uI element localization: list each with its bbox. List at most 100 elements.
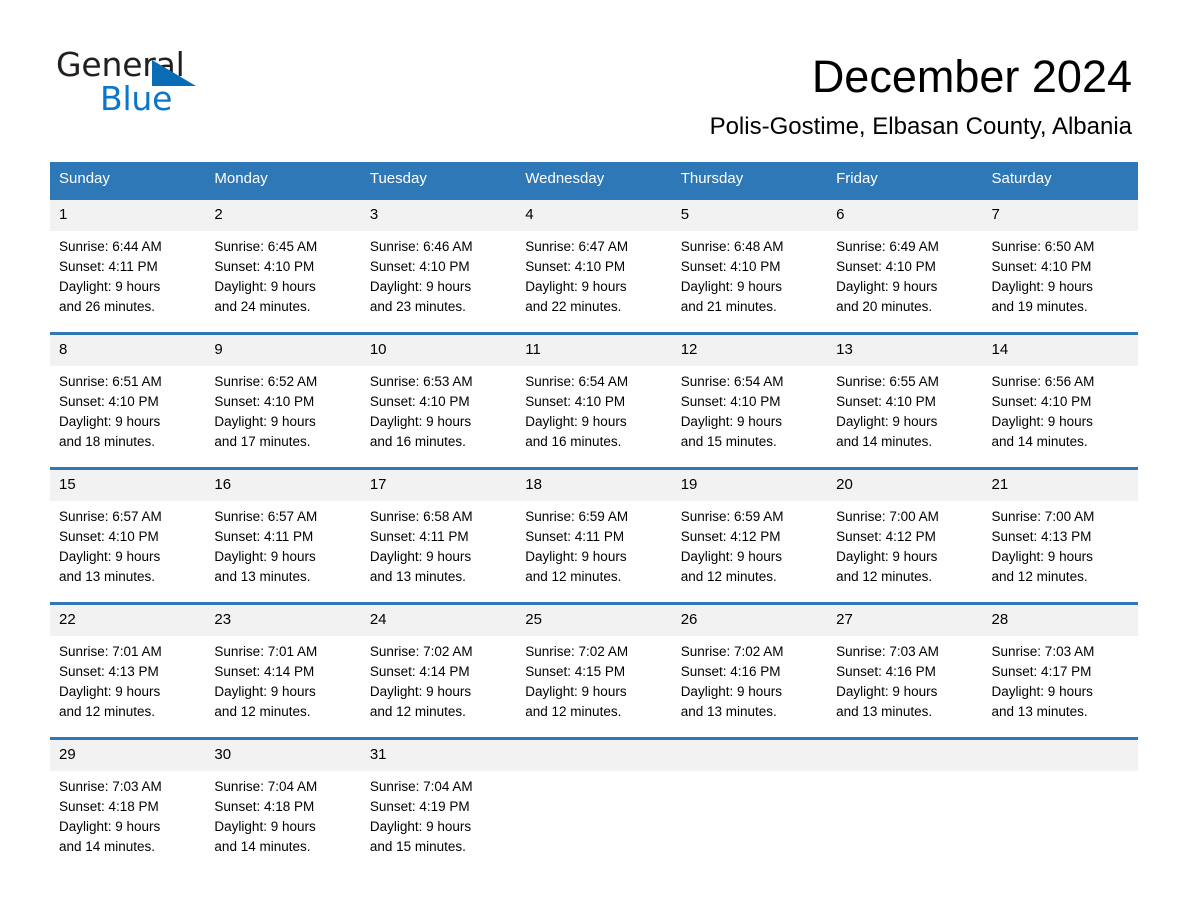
day-cell[interactable]: Sunrise: 7:03 AM Sunset: 4:18 PM Dayligh… [50,771,205,857]
day-number[interactable]: 3 [361,200,516,231]
day-number[interactable]: 9 [205,335,360,366]
day-number-band: 8 9 10 11 12 13 14 [50,335,1138,366]
day-cell[interactable]: Sunrise: 6:54 AM Sunset: 4:10 PM Dayligh… [672,366,827,452]
daylight-text-line1: Daylight: 9 hours [59,819,161,834]
day-cell[interactable]: Sunrise: 7:01 AM Sunset: 4:13 PM Dayligh… [50,636,205,722]
daylight-text-line1: Daylight: 9 hours [991,684,1093,699]
day-number[interactable]: 19 [672,470,827,501]
sunrise-text: Sunrise: 7:03 AM [59,779,162,794]
day-cell[interactable]: Sunrise: 6:53 AM Sunset: 4:10 PM Dayligh… [361,366,516,452]
day-number[interactable]: 30 [205,740,360,771]
day-number[interactable]: 14 [983,335,1138,366]
sunset-text: Sunset: 4:18 PM [59,799,159,814]
day-cell[interactable]: Sunrise: 6:55 AM Sunset: 4:10 PM Dayligh… [827,366,982,452]
day-cell[interactable]: Sunrise: 7:02 AM Sunset: 4:16 PM Dayligh… [672,636,827,722]
day-number[interactable]: 10 [361,335,516,366]
daylight-text-line1: Daylight: 9 hours [991,549,1093,564]
day-number[interactable]: 28 [983,605,1138,636]
day-cell[interactable]: Sunrise: 6:57 AM Sunset: 4:10 PM Dayligh… [50,501,205,587]
day-cell[interactable]: Sunrise: 6:49 AM Sunset: 4:10 PM Dayligh… [827,231,982,317]
day-cell[interactable]: Sunrise: 7:03 AM Sunset: 4:16 PM Dayligh… [827,636,982,722]
daylight-text-line1: Daylight: 9 hours [369,819,472,834]
day-number[interactable]: 29 [50,740,205,771]
day-number[interactable]: 17 [361,470,516,501]
day-cell[interactable]: Sunrise: 6:46 AM Sunset: 4:10 PM Dayligh… [361,231,516,317]
day-cell[interactable]: Sunrise: 7:03 AM Sunset: 4:17 PM Dayligh… [983,636,1138,722]
calendar-week-row: 22 23 24 25 26 27 28 Sunrise: 7:01 AM Su… [50,602,1138,737]
day-number[interactable]: 2 [205,200,360,231]
day-number[interactable]: 5 [672,200,827,231]
day-cell[interactable]: Sunrise: 7:02 AM Sunset: 4:15 PM Dayligh… [516,636,671,722]
day-number[interactable]: 13 [827,335,982,366]
day-cell[interactable]: Sunrise: 6:59 AM Sunset: 4:11 PM Dayligh… [516,501,671,587]
day-number-empty [672,740,827,771]
day-number[interactable]: 11 [516,335,671,366]
daylight-text-line1: Daylight: 9 hours [680,684,782,699]
sunrise-text: Sunrise: 6:56 AM [991,374,1095,389]
day-number[interactable]: 6 [827,200,982,231]
daylight-text-line1: Daylight: 9 hours [525,414,627,429]
sunrise-text: Sunrise: 6:54 AM [525,374,629,389]
sunrise-text: Sunrise: 6:54 AM [680,374,784,389]
day-number-empty [516,740,671,771]
daylight-text-line2: and 13 minutes. [680,704,777,719]
daylight-text-line2: and 13 minutes. [59,569,156,584]
day-detail-row: Sunrise: 6:44 AM Sunset: 4:11 PM Dayligh… [50,231,1138,317]
day-number[interactable]: 22 [50,605,205,636]
sunset-text: Sunset: 4:18 PM [214,799,315,814]
sunset-text: Sunset: 4:10 PM [680,259,781,274]
day-cell[interactable]: Sunrise: 6:44 AM Sunset: 4:11 PM Dayligh… [50,231,205,317]
day-number-band: 1 2 3 4 5 6 7 [50,200,1138,231]
day-number[interactable]: 4 [516,200,671,231]
daylight-text-line2: and 13 minutes. [836,704,933,719]
day-number[interactable]: 31 [361,740,516,771]
day-cell[interactable]: Sunrise: 6:48 AM Sunset: 4:10 PM Dayligh… [672,231,827,317]
daylight-text-line2: and 15 minutes. [369,839,466,854]
day-cell[interactable]: Sunrise: 6:51 AM Sunset: 4:10 PM Dayligh… [50,366,205,452]
day-cell[interactable]: Sunrise: 6:45 AM Sunset: 4:10 PM Dayligh… [205,231,360,317]
day-cell[interactable]: Sunrise: 7:01 AM Sunset: 4:14 PM Dayligh… [205,636,360,722]
day-cell[interactable]: Sunrise: 6:58 AM Sunset: 4:11 PM Dayligh… [361,501,516,587]
daylight-text-line1: Daylight: 9 hours [214,549,316,564]
day-number[interactable]: 23 [205,605,360,636]
day-cell[interactable]: Sunrise: 7:00 AM Sunset: 4:13 PM Dayligh… [983,501,1138,587]
day-cell[interactable]: Sunrise: 6:54 AM Sunset: 4:10 PM Dayligh… [516,366,671,452]
day-detail-row: Sunrise: 7:01 AM Sunset: 4:13 PM Dayligh… [50,636,1138,722]
day-number[interactable]: 12 [672,335,827,366]
day-cell[interactable]: Sunrise: 7:04 AM Sunset: 4:19 PM Dayligh… [361,771,516,857]
day-cell[interactable]: Sunrise: 7:02 AM Sunset: 4:14 PM Dayligh… [361,636,516,722]
calendar-page: General Blue December 2024 Polis-Gostime… [0,0,1188,918]
day-cell[interactable]: Sunrise: 6:59 AM Sunset: 4:12 PM Dayligh… [672,501,827,587]
day-number[interactable]: 18 [516,470,671,501]
daylight-text-line1: Daylight: 9 hours [214,414,316,429]
calendar-table: Sunday Monday Tuesday Wednesday Thursday… [50,162,1138,857]
day-number[interactable]: 20 [827,470,982,501]
day-number[interactable]: 24 [361,605,516,636]
day-number[interactable]: 7 [983,200,1138,231]
day-cell[interactable]: Sunrise: 6:56 AM Sunset: 4:10 PM Dayligh… [983,366,1138,452]
day-number[interactable]: 8 [50,335,205,366]
daylight-text-line2: and 12 minutes. [525,569,622,584]
day-number[interactable]: 1 [50,200,205,231]
day-cell[interactable]: Sunrise: 7:04 AM Sunset: 4:18 PM Dayligh… [205,771,360,857]
day-cell[interactable]: Sunrise: 6:52 AM Sunset: 4:10 PM Dayligh… [205,366,360,452]
day-cell[interactable]: Sunrise: 7:00 AM Sunset: 4:12 PM Dayligh… [827,501,982,587]
day-cell[interactable]: Sunrise: 6:47 AM Sunset: 4:10 PM Dayligh… [516,231,671,317]
sunrise-text: Sunrise: 7:02 AM [525,644,629,659]
day-number[interactable]: 26 [672,605,827,636]
daylight-text-line1: Daylight: 9 hours [991,279,1093,294]
day-cell[interactable]: Sunrise: 6:50 AM Sunset: 4:10 PM Dayligh… [983,231,1138,317]
day-number[interactable]: 16 [205,470,360,501]
daylight-text-line1: Daylight: 9 hours [214,684,316,699]
day-number-band: 29 30 31 [50,740,1138,771]
sunrise-text: Sunrise: 7:02 AM [369,644,473,659]
sunrise-text: Sunrise: 6:55 AM [836,374,939,389]
sunset-text: Sunset: 4:15 PM [525,664,626,679]
day-number[interactable]: 25 [516,605,671,636]
day-number[interactable]: 27 [827,605,982,636]
daylight-text-line2: and 12 minutes. [369,704,466,719]
day-number[interactable]: 21 [983,470,1138,501]
daylight-text-line2: and 13 minutes. [214,569,311,584]
day-cell[interactable]: Sunrise: 6:57 AM Sunset: 4:11 PM Dayligh… [205,501,360,587]
day-number[interactable]: 15 [50,470,205,501]
